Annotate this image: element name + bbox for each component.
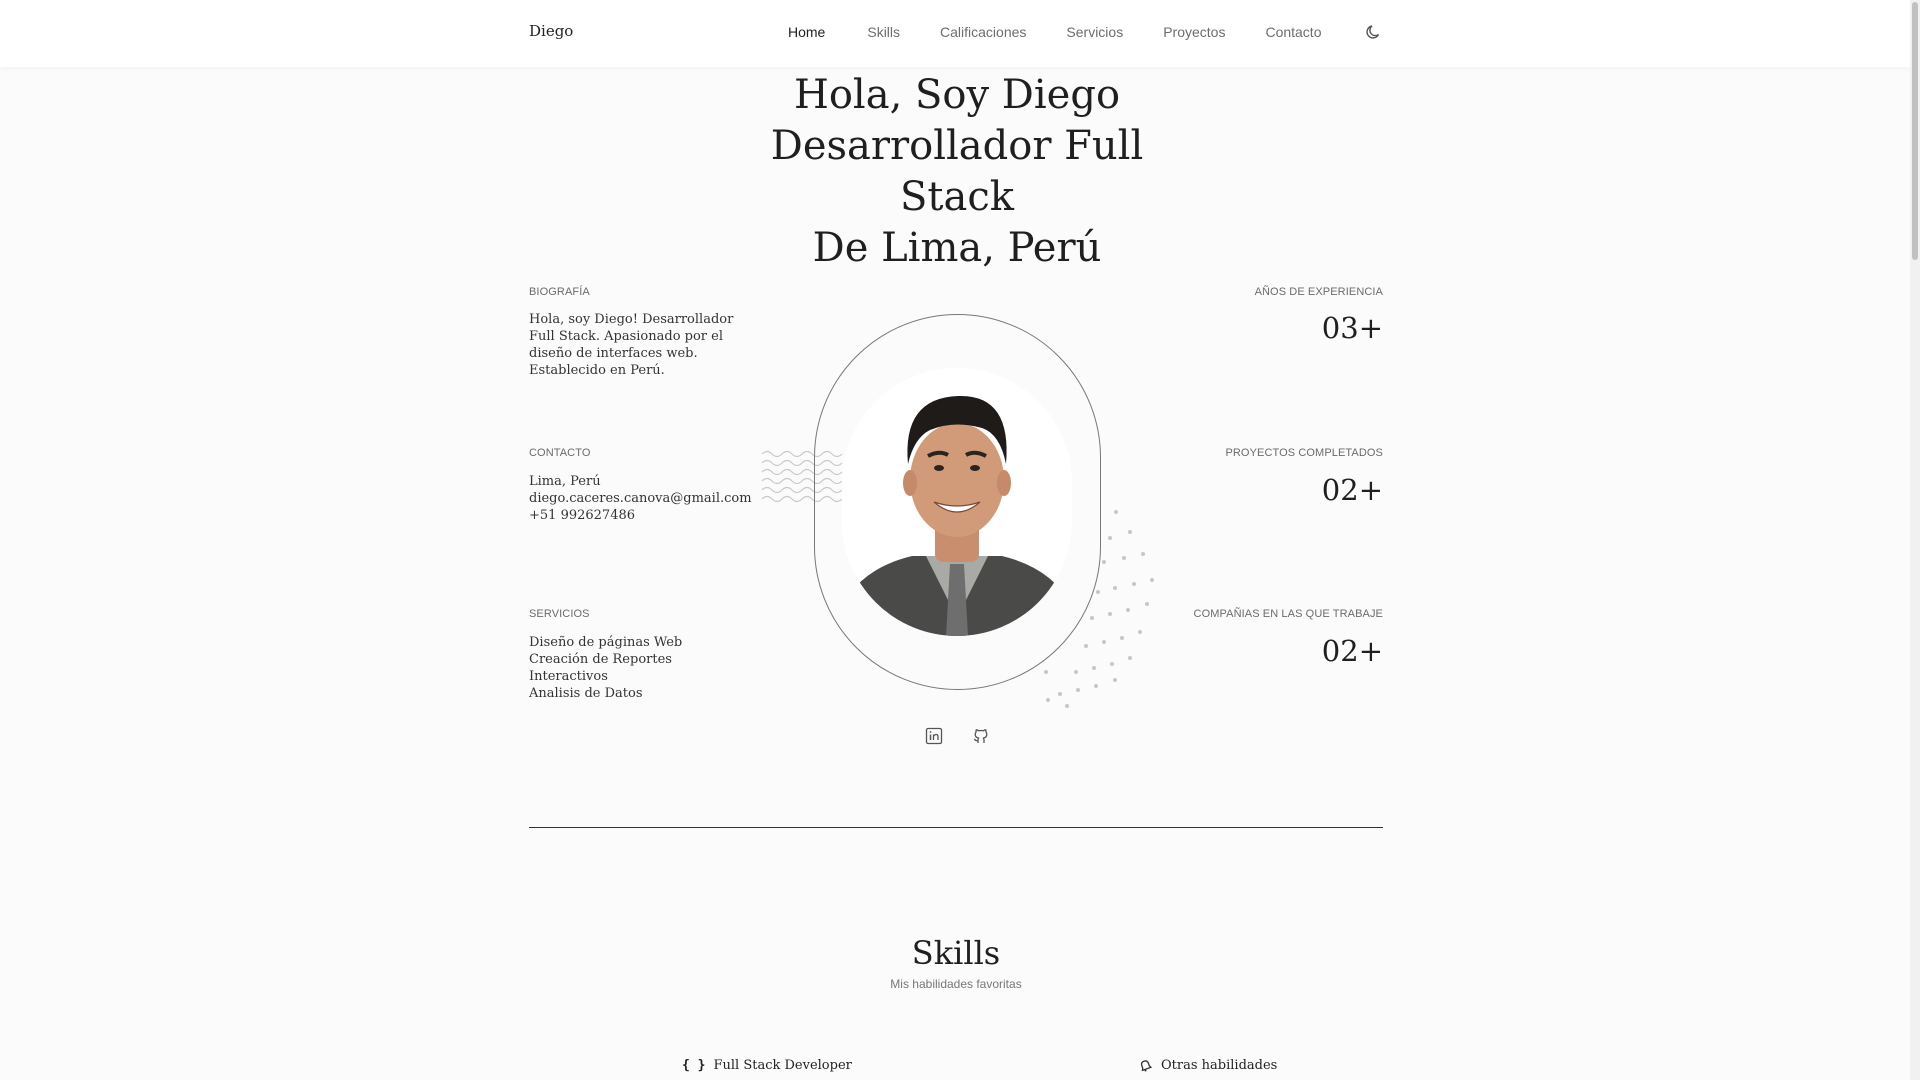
experience-value: 03+ [1321, 311, 1383, 345]
nav-home[interactable]: Home [788, 24, 825, 40]
bio-line: Hola, soy Diego! Desarrollador [529, 312, 734, 327]
bio-label: BIOGRAFÍA [529, 286, 590, 298]
skill-group-otras[interactable]: Otras habilidades [1138, 1058, 1277, 1073]
projects-value: 02+ [1321, 473, 1383, 507]
braces-icon: { } [682, 1058, 706, 1073]
hero-title-line: De Lima, Perú [812, 225, 1102, 271]
service-item: Diseño de páginas Web [529, 635, 683, 650]
bio-text: Hola, soy Diego! Desarrollador Full Stac… [529, 311, 733, 379]
profile-photo [842, 368, 1072, 636]
hero-title-line: Desarrollador Full [770, 123, 1144, 169]
nav-contacto[interactable]: Contacto [1265, 24, 1321, 40]
service-item: Analisis de Datos [529, 686, 643, 701]
service-item: Interactivos [529, 669, 608, 684]
experience-label: AÑOS DE EXPERIENCIA [1254, 286, 1383, 298]
skills-subtitle: Mis habilidades favoritas [890, 977, 1022, 991]
services-list: Diseño de páginas Web Creación de Report… [529, 634, 682, 702]
skill-group-label: Otras habilidades [1161, 1058, 1278, 1073]
nav-calificaciones[interactable]: Calificaciones [940, 24, 1026, 40]
nav-proyectos[interactable]: Proyectos [1163, 24, 1225, 40]
companies-label: COMPAÑIAS EN LAS QUE TRABAJE [1193, 608, 1383, 620]
services-label: SERVICIOS [529, 608, 590, 620]
bell-icon [1140, 1060, 1153, 1072]
skills-title: Skills [911, 934, 1001, 972]
contact-phone[interactable]: +51 992627486 [529, 507, 752, 524]
github-icon[interactable] [971, 726, 991, 746]
linkedin-icon[interactable] [924, 726, 944, 746]
service-item: Creación de Reportes [529, 652, 672, 667]
section-divider [529, 827, 1383, 828]
scrollbar-thumb[interactable] [1912, 2, 1918, 260]
contact-email[interactable]: diego.caceres.canova@gmail.com [529, 490, 752, 507]
skill-group-label: Full Stack Developer [713, 1058, 852, 1073]
page-scrollbar[interactable] [1910, 0, 1920, 1080]
hero-title-line: Stack [900, 174, 1014, 220]
site-header: Diego Home Skills Calificaciones Servici… [0, 0, 1910, 67]
nav-skills[interactable]: Skills [867, 24, 900, 40]
skill-group-fullstack[interactable]: { } Full Stack Developer [682, 1058, 852, 1073]
hero-title-line: Hola, Soy Diego [793, 72, 1121, 118]
main-nav: Home Skills Calificaciones Servicios Pro… [788, 24, 1322, 40]
contact-info: Lima, Perú diego.caceres.canova@gmail.co… [529, 473, 752, 524]
companies-value: 02+ [1321, 634, 1383, 668]
bio-line: Establecido en Perú. [529, 363, 665, 378]
nav-servicios[interactable]: Servicios [1066, 24, 1123, 40]
site-logo[interactable]: Diego [529, 22, 573, 40]
contact-label: CONTACTO [529, 447, 591, 459]
hero-title: Hola, Soy Diego Desarrollador Full Stack… [700, 70, 1214, 274]
bio-line: diseño de interfaces web. [529, 346, 698, 361]
bio-line: Full Stack. Apasionado por el [529, 329, 724, 344]
projects-label: PROYECTOS COMPLETADOS [1225, 447, 1383, 459]
moon-icon[interactable] [1364, 22, 1384, 42]
contact-location: Lima, Perú [529, 474, 601, 489]
